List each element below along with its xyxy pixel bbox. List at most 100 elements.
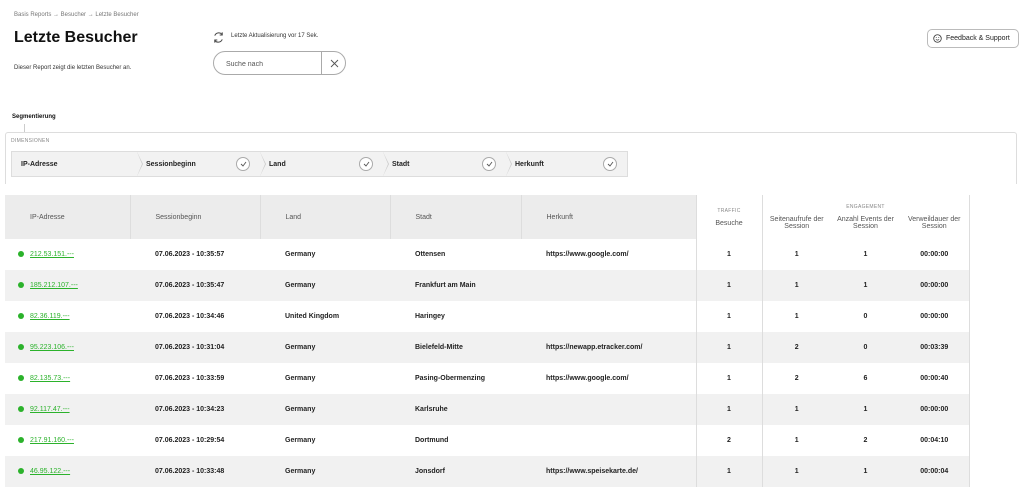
cell-stadt: Ottensen <box>390 239 521 270</box>
chip-label: IP-Adresse <box>21 160 58 168</box>
column-header-land[interactable]: Land <box>259 195 390 239</box>
cell-herkunft <box>521 394 696 425</box>
cell-seitenaufrufe: 1 <box>761 456 831 487</box>
chip-sessionbeginn[interactable]: Sessionbeginn <box>137 152 266 176</box>
cell-land: Germany <box>260 456 390 487</box>
breadcrumb[interactable]: Basis Reports → Besucher → Letzte Besuch… <box>14 12 139 18</box>
column-header-seitenaufrufe[interactable]: . Seitenaufrufe der Session <box>761 195 831 239</box>
cell-stadt: Jonsdorf <box>390 456 521 487</box>
cell-stadt: Karlsruhe <box>390 394 521 425</box>
column-header-herkunft[interactable]: Herkunft <box>520 195 696 239</box>
cell-verweildauer: 00:00:00 <box>900 394 969 425</box>
cell-stadt: Dortmund <box>390 425 521 456</box>
refresh-icon[interactable] <box>212 31 225 44</box>
events-label: Anzahl Events der Session <box>837 216 894 230</box>
cell-empty <box>968 425 1017 456</box>
cell-herkunft <box>521 425 696 456</box>
cell-herkunft: https://www.google.com/ <box>521 239 696 270</box>
column-header-ip[interactable]: IP-Adresse <box>5 195 130 239</box>
table-row[interactable]: 82.135.73.--- 07.06.2023 - 10:33:59 German… <box>5 363 1017 394</box>
cell-besuche: 1 <box>695 301 762 332</box>
column-header-besuche[interactable]: TRAFFIC Besuche <box>695 195 762 239</box>
cell-events: 1 <box>831 456 900 487</box>
status-dot <box>18 468 24 475</box>
status-dot <box>18 406 24 413</box>
chip-label: Sessionbeginn <box>146 160 196 168</box>
cell-besuche: 1 <box>695 363 762 394</box>
ip-link[interactable]: 46.95.122.--- <box>30 468 70 475</box>
cell-verweildauer: 00:00:00 <box>900 270 969 301</box>
ip-link[interactable]: 92.117.47.--- <box>30 406 70 413</box>
ip-link[interactable]: 82.135.73.--- <box>30 375 70 382</box>
cell-seitenaufrufe: 1 <box>761 394 831 425</box>
ip-link[interactable]: 212.53.151.--- <box>30 251 74 258</box>
cell-seitenaufrufe: 1 <box>761 239 831 270</box>
search-input[interactable] <box>224 56 324 72</box>
cell-herkunft: https://newapp.etracker.com/ <box>521 332 696 363</box>
cell-land: United Kingdom <box>260 301 390 332</box>
table-row[interactable]: 82.36.119.--- 07.06.2023 - 10:34:46 United… <box>5 301 1017 332</box>
feedback-label: Feedback & Support <box>946 35 1010 42</box>
cell-events: 0 <box>831 301 900 332</box>
search-box <box>213 51 346 75</box>
column-header-events[interactable]: ENGAGEMENT Anzahl Events der Session <box>831 195 900 239</box>
cell-land: Germany <box>260 239 390 270</box>
cell-besuche: 1 <box>695 456 762 487</box>
cell-empty <box>968 456 1017 487</box>
ip-link[interactable]: 82.36.119.--- <box>30 313 70 320</box>
cell-ip: 46.95.122.--- <box>5 456 130 487</box>
close-icon <box>330 59 338 67</box>
cell-seitenaufrufe: 2 <box>761 363 831 394</box>
dimensions-label: DIMENSIONEN <box>11 138 50 144</box>
cell-events: 1 <box>831 239 900 270</box>
cell-verweildauer: 00:03:39 <box>900 332 969 363</box>
status-dot <box>18 375 24 382</box>
cell-herkunft: https://www.speisekarte.de/ <box>521 456 696 487</box>
table-row[interactable]: 185.212.107.--- 07.06.2023 - 10:35:47 Germ… <box>5 270 1017 301</box>
cell-land: Germany <box>260 363 390 394</box>
chip-land[interactable]: Land <box>260 152 389 176</box>
cell-seitenaufrufe: 1 <box>761 301 831 332</box>
search-clear-button[interactable] <box>322 52 346 74</box>
chip-label: Land <box>269 160 286 168</box>
cell-sessionbeginn: 07.06.2023 - 10:33:48 <box>130 456 260 487</box>
ip-link[interactable]: 185.212.107.--- <box>30 282 78 289</box>
cell-herkunft <box>521 301 696 332</box>
page-title: Letzte Besucher <box>14 29 138 46</box>
table-row[interactable]: 212.53.151.--- 07.06.2023 - 10:35:57 Germa… <box>5 239 1017 270</box>
table-body: 212.53.151.--- 07.06.2023 - 10:35:57 Germa… <box>5 239 1017 487</box>
cell-land: Germany <box>260 394 390 425</box>
chip-herkunft[interactable]: Herkunft <box>506 152 627 176</box>
traffic-group-label: TRAFFIC <box>717 207 741 214</box>
cell-seitenaufrufe: 1 <box>761 270 831 301</box>
chip-ip-adresse[interactable]: IP-Adresse <box>12 152 143 176</box>
status-dot <box>18 437 24 444</box>
cell-verweildauer: 00:00:40 <box>900 363 969 394</box>
visitors-table-wrapper: IP-Adresse Sessionbeginn Land Stadt Herk… <box>5 195 1017 487</box>
cell-ip: 95.223.106.--- <box>5 332 130 363</box>
ip-link[interactable]: 217.91.160.--- <box>30 437 74 444</box>
cell-seitenaufrufe: 1 <box>761 425 831 456</box>
check-icon[interactable] <box>359 157 373 171</box>
feedback-support-button[interactable]: Feedback & Support <box>927 29 1019 48</box>
check-icon[interactable] <box>482 157 496 171</box>
column-header-sessionbeginn[interactable]: Sessionbeginn <box>129 195 260 239</box>
table-row[interactable]: 92.117.47.--- 07.06.2023 - 10:34:23 German… <box>5 394 1017 425</box>
chip-stadt[interactable]: Stadt <box>383 152 512 176</box>
column-header-verweildauer[interactable]: . Verweildauer der Session <box>900 195 969 239</box>
cell-empty <box>968 363 1017 394</box>
table-row[interactable]: 217.91.160.--- 07.06.2023 - 10:29:54 Germa… <box>5 425 1017 456</box>
cell-events: 1 <box>831 270 900 301</box>
status-dot <box>18 251 24 258</box>
cell-seitenaufrufe: 2 <box>761 332 831 363</box>
cell-sessionbeginn: 07.06.2023 - 10:34:46 <box>130 301 260 332</box>
check-icon[interactable] <box>603 157 617 171</box>
table-row[interactable]: 95.223.106.--- 07.06.2023 - 10:31:04 Germa… <box>5 332 1017 363</box>
ip-link[interactable]: 95.223.106.--- <box>30 344 74 351</box>
column-header-stadt[interactable]: Stadt <box>389 195 521 239</box>
cell-ip: 185.212.107.--- <box>5 270 130 301</box>
table-row[interactable]: 46.95.122.--- 07.06.2023 - 10:33:48 German… <box>5 456 1017 487</box>
cell-empty <box>968 301 1017 332</box>
check-icon[interactable] <box>236 157 250 171</box>
cell-sessionbeginn: 07.06.2023 - 10:35:57 <box>130 239 260 270</box>
